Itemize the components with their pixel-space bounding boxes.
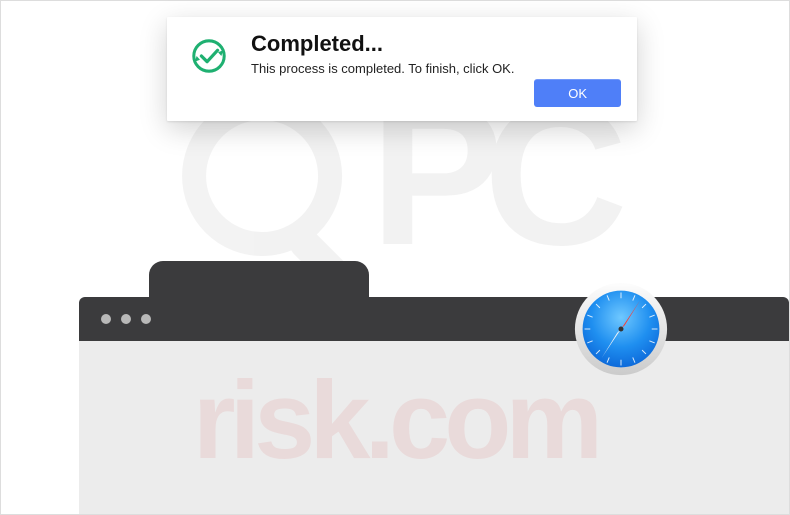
ok-button[interactable]: OK [534, 79, 621, 107]
safari-icon [573, 281, 669, 377]
browser-body [79, 341, 789, 514]
browser-window [79, 261, 789, 514]
completion-dialog: Completed... This process is completed. … [167, 17, 637, 121]
checkmark-circle-icon [190, 37, 228, 80]
dialog-message: This process is completed. To finish, cl… [251, 61, 621, 76]
dialog-title: Completed... [251, 31, 621, 57]
traffic-light-close[interactable] [101, 314, 111, 324]
traffic-light-zoom[interactable] [141, 314, 151, 324]
window-titlebar [79, 297, 789, 341]
traffic-light-minimize[interactable] [121, 314, 131, 324]
browser-tab [149, 261, 369, 299]
